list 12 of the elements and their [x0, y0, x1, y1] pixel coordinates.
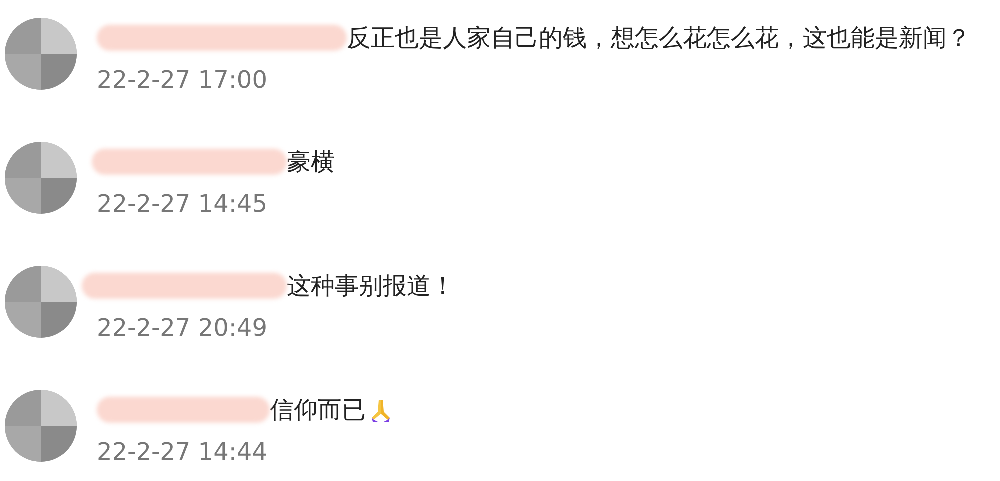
avatar-placeholder [5, 266, 77, 338]
avatar-placeholder [5, 142, 77, 214]
comment-text: 反正也是人家自己的钱，想怎么花怎么花，这也能是新闻？ [347, 23, 971, 54]
comment-time: 22-2-27 14:45 [97, 189, 268, 220]
comment-text: 信仰而已 [270, 395, 366, 426]
comment-text: 豪横 [287, 147, 335, 178]
avatar-placeholder [5, 18, 77, 90]
avatar-placeholder [5, 390, 77, 462]
comment-time: 22-2-27 20:49 [97, 313, 268, 344]
comment-time: 22-2-27 17:00 [97, 65, 268, 96]
comment-time: 22-2-27 14:44 [97, 437, 268, 468]
comment-text: 这种事别报道！ [287, 271, 455, 302]
